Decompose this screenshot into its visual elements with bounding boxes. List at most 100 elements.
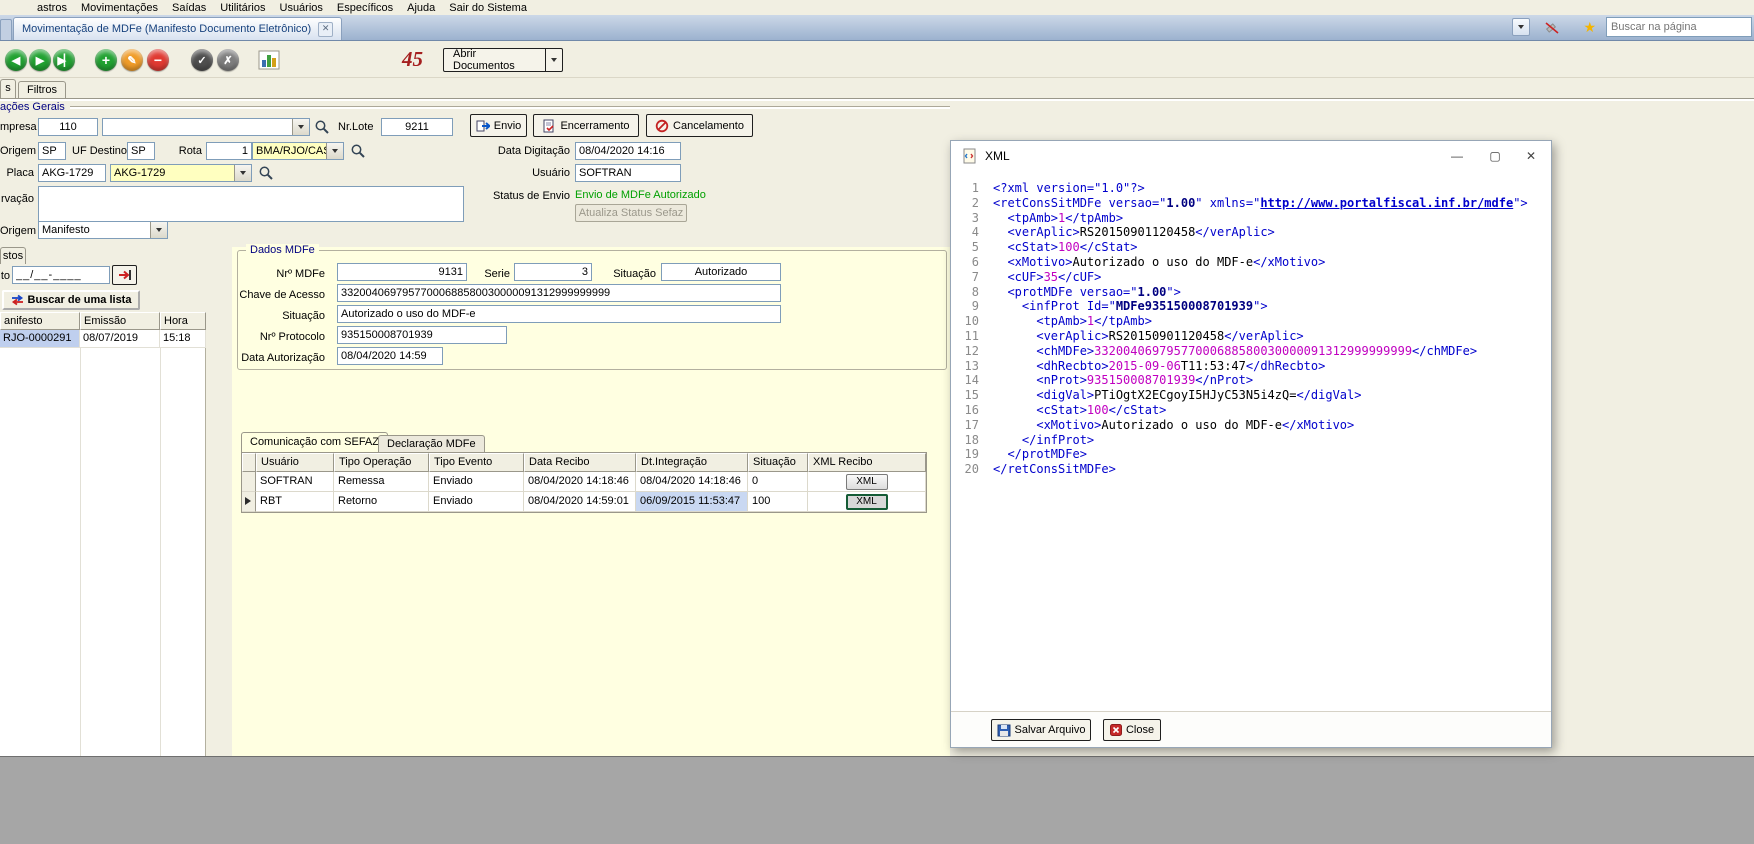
salvar-arquivo-label: Salvar Arquivo xyxy=(1015,724,1086,736)
abrir-documentos-button[interactable]: Abrir Documentos xyxy=(443,48,563,72)
manifesto-grid-cell[interactable]: 08/07/2019 xyxy=(80,330,160,348)
empresa-field[interactable] xyxy=(38,118,98,136)
search-input[interactable] xyxy=(1606,17,1752,37)
nav-last-button[interactable]: ▶▏ xyxy=(53,49,75,71)
serie-field[interactable] xyxy=(514,263,592,281)
menu-item-espec-ficos[interactable]: Específicos xyxy=(330,2,400,14)
tab-close-icon[interactable]: ✕ xyxy=(318,22,333,37)
favorites-star-icon[interactable]: ★ xyxy=(1583,19,1596,35)
close-window-button[interactable]: ✕ xyxy=(1519,146,1543,166)
manifesto-grid-cell[interactable]: RJO-0000291 xyxy=(0,330,80,348)
xml-dialog-title: XML xyxy=(985,149,1010,163)
envio-button[interactable]: Envio xyxy=(470,114,527,137)
data-digitacao-field[interactable] xyxy=(575,142,681,160)
empresa-search-icon[interactable] xyxy=(314,119,330,135)
manifesto-grid-column: anifesto xyxy=(0,312,80,330)
xml-segment: <verAplic> xyxy=(993,329,1109,343)
placa-field[interactable] xyxy=(38,164,106,182)
minimize-button[interactable]: — xyxy=(1445,146,1469,166)
xml-line: 9 <infProt Id="MDFe935150008701939"> xyxy=(951,299,1551,314)
tab-impostos-stub[interactable]: stos xyxy=(0,247,26,264)
rota-num-field[interactable] xyxy=(206,142,252,160)
maximize-button[interactable]: ▢ xyxy=(1483,146,1507,166)
empresa-combo[interactable] xyxy=(102,118,310,136)
observacao-field[interactable] xyxy=(38,186,464,222)
tab-movimentacao-mdfe[interactable]: Movimentação de MDFe (Manifesto Document… xyxy=(13,17,342,40)
tab-declaracao-mdfe[interactable]: Declaração MDFe xyxy=(378,435,485,452)
chave-acesso-field[interactable] xyxy=(337,284,781,302)
atualiza-status-sefaz-button[interactable]: Atualiza Status Sefaz xyxy=(575,204,687,222)
sefaz-row-selector xyxy=(242,472,256,492)
combo-dropdown-button[interactable] xyxy=(234,165,251,181)
nr-lote-field[interactable] xyxy=(381,118,453,136)
chevron-down-icon xyxy=(1518,25,1524,29)
origem-tipo-combo[interactable]: Manifesto xyxy=(38,221,168,239)
tab-comunicacao-sefaz[interactable]: Comunicação com SEFAZ xyxy=(241,432,388,452)
xml-segment: 935150008701939 xyxy=(1087,373,1195,387)
sefaz-cell-dt-integracao: 06/09/2015 11:53:47 xyxy=(636,492,748,512)
placa-search-icon[interactable] xyxy=(258,165,274,181)
chave-acesso-label: Chave de Acesso xyxy=(238,286,331,304)
cancel-button[interactable]: ✗ xyxy=(217,49,239,71)
tab-filtros[interactable]: Filtros xyxy=(18,81,66,98)
cancelamento-icon xyxy=(655,119,669,133)
add-to-list-button[interactable] xyxy=(112,265,137,285)
menu-item-movimenta-es[interactable]: Movimentações xyxy=(74,2,165,14)
abrir-documentos-label: Abrir Documentos xyxy=(444,49,545,71)
sefaz-row[interactable]: SOFTRANRemessaEnviado08/04/2020 14:18:46… xyxy=(242,472,926,492)
nav-next-button[interactable]: ▶ xyxy=(29,49,51,71)
xml-viewer[interactable]: 1<?xml version="1.0"?>2<retConsSitMDFe v… xyxy=(951,171,1551,711)
close-dialog-button[interactable]: Close xyxy=(1103,719,1161,741)
menu-item-usu-rios[interactable]: Usuários xyxy=(273,2,330,14)
rota-search-icon[interactable] xyxy=(350,143,366,159)
nav-prev-button[interactable]: ◀ xyxy=(5,49,27,71)
placa-combo[interactable]: AKG-1729 xyxy=(110,164,252,182)
sefaz-row[interactable]: RBTRetornoEnviado08/04/2020 14:59:0106/0… xyxy=(242,492,926,512)
abrir-documentos-dropdown[interactable] xyxy=(545,49,562,71)
protocolo-label: Nrº Protocolo xyxy=(238,328,331,346)
chart-button[interactable] xyxy=(258,50,280,70)
salvar-arquivo-button[interactable]: Salvar Arquivo xyxy=(991,719,1091,741)
menu-item-astros[interactable]: astros xyxy=(30,2,74,14)
cancelamento-button[interactable]: Cancelamento xyxy=(646,114,753,137)
menu-item-utilit-rios[interactable]: Utilitários xyxy=(213,2,272,14)
uf-origem-field[interactable] xyxy=(38,142,66,160)
combo-dropdown-button[interactable] xyxy=(150,222,167,238)
manifesto-grid-cell[interactable]: 15:18 xyxy=(160,330,206,348)
xml-button[interactable]: XML xyxy=(846,494,888,510)
tab-dados-stub[interactable]: s xyxy=(0,79,16,98)
xml-button[interactable]: XML xyxy=(846,474,888,490)
menu-item-sa-das[interactable]: Saídas xyxy=(165,2,213,14)
manifesto-date-field[interactable] xyxy=(12,266,110,284)
delete-record-button[interactable]: − xyxy=(147,49,169,71)
menu-item-ajuda[interactable]: Ajuda xyxy=(400,2,442,14)
usuario-field[interactable] xyxy=(575,164,681,182)
xml-segment: </dhRecbto> xyxy=(1246,359,1325,373)
combo-dropdown-button[interactable] xyxy=(292,119,309,135)
xml-line-number: 20 xyxy=(951,462,979,477)
swap-arrows-icon xyxy=(11,294,24,306)
xml-namespace-link[interactable]: http://www.portalfiscal.inf.br/mdfe xyxy=(1260,196,1513,210)
manifesto-grid-row[interactable]: RJO-000029108/07/201915:18 xyxy=(0,330,206,348)
toolbar-logo-icon: 45 xyxy=(402,46,423,72)
menu-item-sair-do-sistema[interactable]: Sair do Sistema xyxy=(442,2,534,14)
xml-dialog-titlebar[interactable]: XML — ▢ ✕ xyxy=(951,141,1551,171)
confirm-button[interactable]: ✓ xyxy=(191,49,213,71)
pencil-icon: ✎ xyxy=(127,54,136,67)
tab-list-dropdown-button[interactable] xyxy=(1512,18,1530,36)
encerramento-button[interactable]: Encerramento xyxy=(533,114,639,137)
partial-tab[interactable] xyxy=(0,19,12,40)
uf-destino-field[interactable] xyxy=(127,142,155,160)
nr-mdfe-field[interactable] xyxy=(337,263,467,281)
buscar-lista-button[interactable]: Buscar de uma lista xyxy=(2,290,140,310)
add-record-button[interactable]: + xyxy=(95,49,117,71)
placa-combo-value: AKG-1729 xyxy=(111,167,234,179)
xml-line-number: 13 xyxy=(951,359,979,374)
edit-record-button[interactable]: ✎ xyxy=(121,49,143,71)
manifesto-grid-column: Emissão xyxy=(80,312,160,330)
clear-highlight-icon[interactable] xyxy=(1544,20,1560,39)
rota-combo[interactable]: BMA/RJO/CAS xyxy=(252,142,344,160)
combo-dropdown-button[interactable] xyxy=(326,143,343,159)
bottom-strip xyxy=(0,756,1754,844)
xml-line-number: 4 xyxy=(951,225,979,240)
